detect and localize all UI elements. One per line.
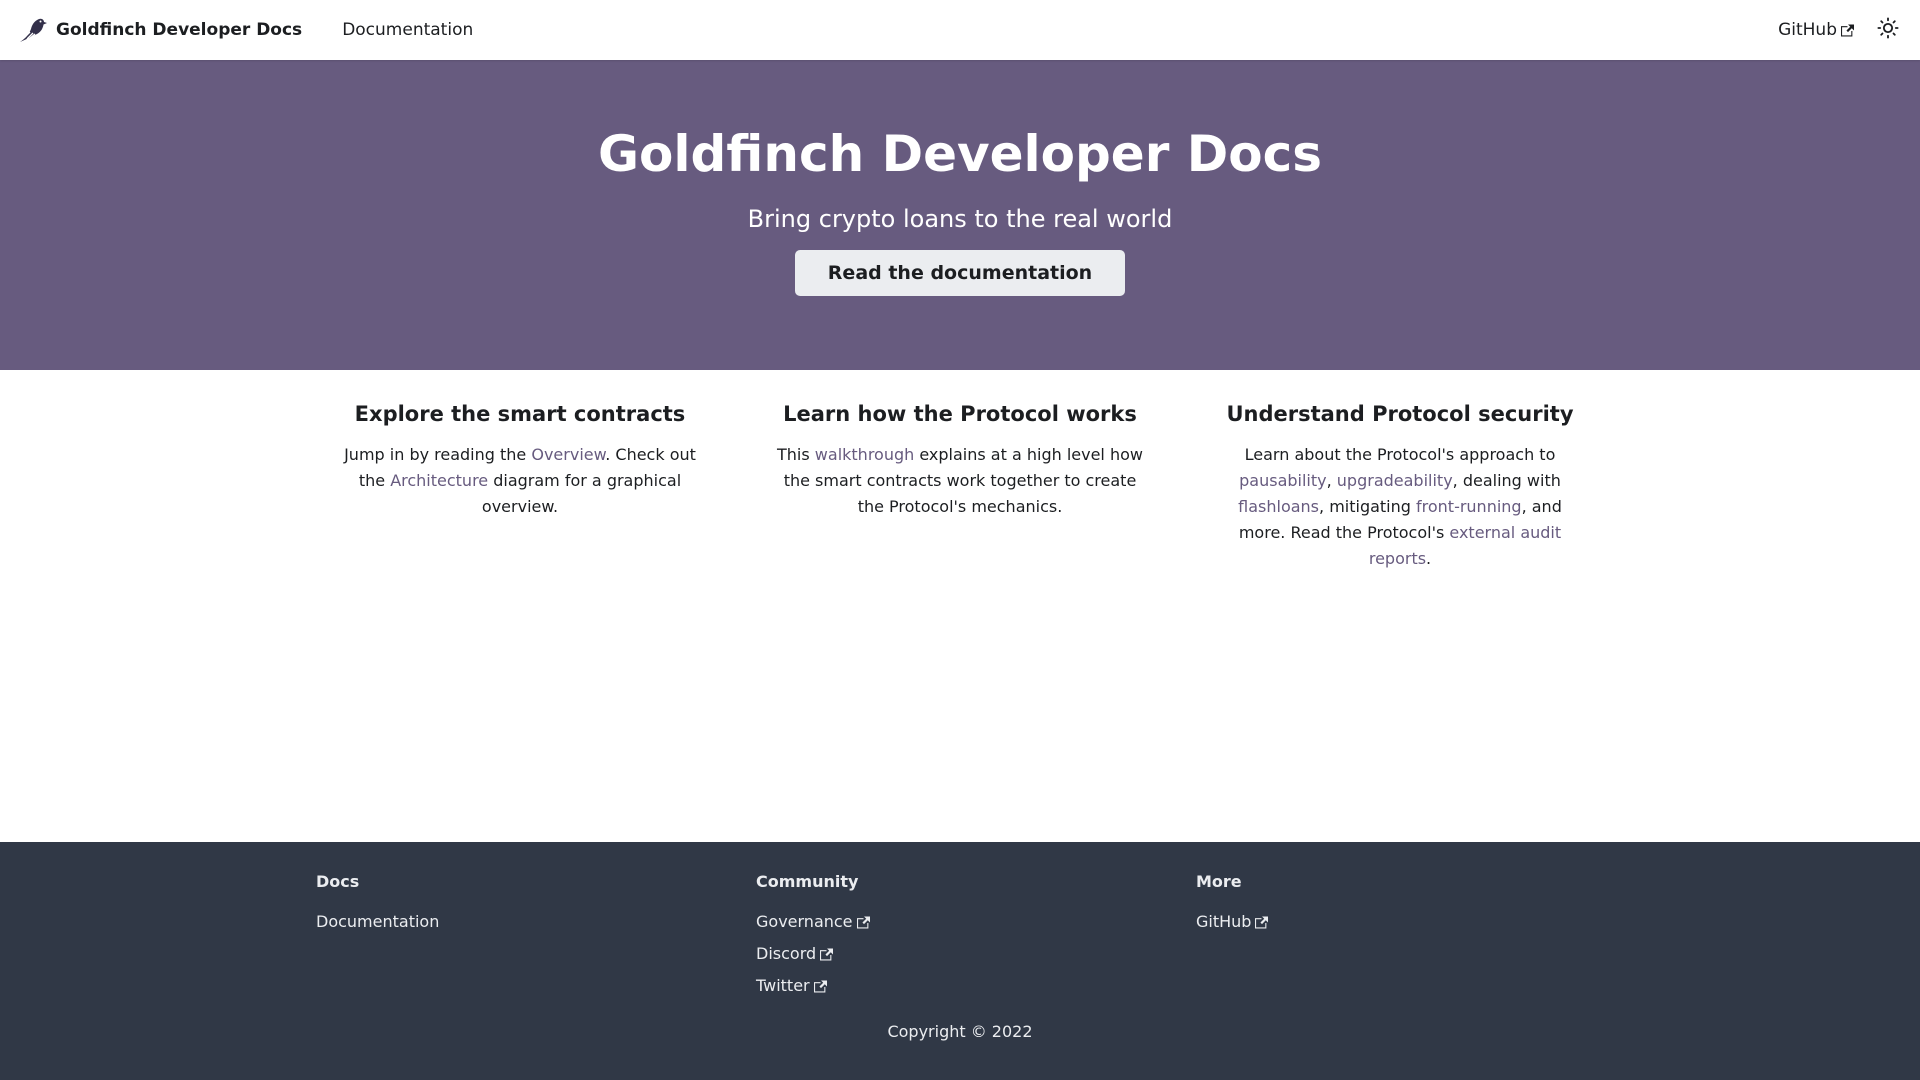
feature-text: This xyxy=(777,445,815,464)
feature-text: Learn about the Protocol's approach to xyxy=(1244,445,1556,464)
feature-text: Jump in by reading the xyxy=(344,445,532,464)
feature-text: . xyxy=(1426,549,1432,568)
goldfinch-logo-icon xyxy=(16,14,48,46)
footer-column-title: Docs xyxy=(316,872,360,891)
feature-title: Learn how the Protocol works xyxy=(783,402,1137,426)
pausability-link[interactable]: pausability xyxy=(1239,471,1326,490)
feature-description: Learn about the Protocol's approach to p… xyxy=(1216,442,1584,572)
feature-text: , dealing with xyxy=(1452,471,1561,490)
footer-link-label: Discord xyxy=(756,944,817,963)
footer-documentation-link[interactable]: Documentation xyxy=(316,906,756,938)
feature-text: , xyxy=(1326,471,1337,490)
walkthrough-link[interactable]: walkthrough xyxy=(815,445,914,464)
external-link-icon xyxy=(1841,24,1854,37)
flashloans-link[interactable]: flashloans xyxy=(1238,497,1319,516)
brand-title: Goldfinch Developer Docs xyxy=(56,20,303,40)
nav-github-link[interactable]: GitHub xyxy=(1766,20,1866,40)
feature-protocol-security: Understand Protocol security Learn about… xyxy=(1180,400,1620,572)
nav-documentation-link[interactable]: Documentation xyxy=(330,20,485,40)
feature-text: , mitigating xyxy=(1319,497,1416,516)
footer-governance-link[interactable]: Governance xyxy=(756,906,1196,938)
brand-link[interactable]: Goldfinch Developer Docs xyxy=(16,14,302,46)
sun-icon xyxy=(1877,17,1899,43)
external-link-icon xyxy=(813,980,827,993)
footer-twitter-link[interactable]: Twitter xyxy=(756,970,1196,1002)
footer-column-community: Community Governance Discord Twitter xyxy=(756,872,1196,1002)
theme-toggle-button[interactable] xyxy=(1872,14,1904,46)
external-link-icon xyxy=(856,916,870,929)
nav-github-label: GitHub xyxy=(1778,20,1837,40)
footer-discord-link[interactable]: Discord xyxy=(756,938,1196,970)
navbar: Goldfinch Developer Docs Documentation G… xyxy=(0,0,1920,60)
upgradeability-link[interactable]: upgradeability xyxy=(1337,471,1453,490)
front-running-link[interactable]: front-running xyxy=(1416,497,1522,516)
hero-subtitle: Bring crypto loans to the real world xyxy=(747,205,1173,233)
feature-text: diagram for a graphical overview. xyxy=(481,471,682,516)
hero-title: Goldfinch Developer Docs xyxy=(597,125,1323,183)
feature-smart-contracts: Explore the smart contracts Jump in by r… xyxy=(300,400,740,572)
footer-link-label: Governance xyxy=(756,912,853,931)
footer-link-label: Twitter xyxy=(756,976,810,995)
footer-column-more: More GitHub xyxy=(1196,872,1636,1002)
footer-column-docs: Docs Documentation xyxy=(316,872,756,1002)
features-section: Explore the smart contracts Jump in by r… xyxy=(0,370,1920,572)
architecture-link[interactable]: Architecture xyxy=(390,471,488,490)
feature-title: Understand Protocol security xyxy=(1226,402,1574,426)
footer: Docs Documentation Community Governance … xyxy=(0,842,1920,1080)
read-documentation-button[interactable]: Read the documentation xyxy=(795,250,1125,296)
footer-column-title: Community xyxy=(756,872,859,891)
feature-protocol-works: Learn how the Protocol works This walkth… xyxy=(740,400,1180,572)
copyright-text: Copyright © 2022 xyxy=(887,1022,1033,1041)
external-link-icon xyxy=(1255,916,1269,929)
footer-link-label: GitHub xyxy=(1196,912,1252,931)
footer-column-title: More xyxy=(1196,872,1242,891)
hero-banner: Goldfinch Developer Docs Bring crypto lo… xyxy=(0,60,1920,370)
feature-title: Explore the smart contracts xyxy=(354,402,686,426)
feature-description: This walkthrough explains at a high leve… xyxy=(776,442,1144,520)
overview-link[interactable]: Overview xyxy=(531,445,605,464)
feature-description: Jump in by reading the Overview. Check o… xyxy=(336,442,704,520)
footer-link-label: Documentation xyxy=(316,912,440,931)
external-link-icon xyxy=(820,948,834,961)
footer-github-link[interactable]: GitHub xyxy=(1196,906,1636,938)
